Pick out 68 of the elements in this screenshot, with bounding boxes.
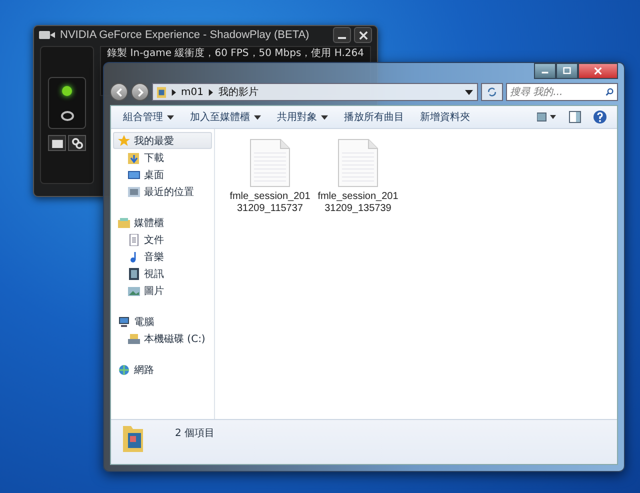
maximize-button[interactable] bbox=[556, 63, 578, 79]
nav-item[interactable]: 網路 bbox=[113, 361, 212, 378]
folder-button[interactable] bbox=[48, 135, 66, 151]
nav-item[interactable]: 桌面 bbox=[113, 166, 212, 183]
item-count: 2 個項目 bbox=[175, 427, 215, 440]
globe-icon bbox=[118, 364, 130, 376]
forward-button[interactable] bbox=[131, 83, 149, 101]
folder-icon bbox=[157, 86, 166, 98]
settings-button[interactable] bbox=[68, 135, 86, 151]
nav-item[interactable]: 最近的位置 bbox=[113, 183, 212, 200]
breadcrumb[interactable]: m01 bbox=[181, 86, 204, 98]
minimize-button[interactable] bbox=[534, 63, 556, 79]
close-icon bbox=[594, 67, 602, 75]
status-text: 錄製 In-game 緩衝度，60 FPS，50 Mbps，使用 H.264 bbox=[107, 48, 364, 59]
refresh-button[interactable] bbox=[481, 83, 503, 101]
nav-item[interactable]: 我的最愛 bbox=[113, 132, 212, 149]
toolbar-button[interactable]: 播放所有曲目 bbox=[338, 108, 410, 126]
camera-icon bbox=[39, 30, 55, 40]
refresh-icon bbox=[487, 87, 497, 97]
computer-icon bbox=[118, 316, 130, 328]
folder-icon bbox=[52, 138, 63, 148]
help-icon bbox=[593, 110, 607, 124]
off-icon bbox=[60, 110, 74, 120]
minimize-button[interactable] bbox=[333, 27, 351, 43]
caret-icon bbox=[254, 114, 261, 120]
pane-icon bbox=[569, 111, 581, 123]
close-icon bbox=[358, 30, 368, 40]
toolbar-button[interactable]: 組合管理 bbox=[117, 108, 180, 126]
file-name[interactable]: fmle_session_20131209_135739 bbox=[317, 191, 399, 215]
caret-icon bbox=[321, 114, 328, 120]
close-button[interactable] bbox=[578, 63, 618, 79]
nav-item[interactable]: 媒體櫃 bbox=[113, 214, 212, 231]
chevron-icon bbox=[171, 88, 176, 96]
nav-item[interactable]: 本機磁碟 (C:) bbox=[113, 330, 212, 347]
library-icon bbox=[118, 216, 130, 228]
drive-icon bbox=[128, 332, 140, 344]
nav-item[interactable]: 視訊 bbox=[113, 265, 212, 282]
download-folder-icon bbox=[128, 152, 140, 164]
toolbar-button[interactable]: 新增資料夾 bbox=[414, 108, 476, 126]
nav-item[interactable]: 音樂 bbox=[113, 248, 212, 265]
dropdown-arrow-icon[interactable] bbox=[465, 90, 473, 94]
window-title: NVIDIA GeForce Experience - ShadowPlay (BETA) bbox=[60, 29, 310, 41]
document-icon bbox=[128, 234, 140, 246]
record-switch[interactable] bbox=[48, 77, 86, 129]
nav-item[interactable]: 文件 bbox=[113, 231, 212, 248]
star-icon bbox=[118, 134, 130, 146]
nav-item[interactable]: 下載 bbox=[113, 149, 212, 166]
view-icon bbox=[537, 112, 557, 122]
nav-item[interactable]: 圖片 bbox=[113, 282, 212, 299]
video-folder-icon bbox=[123, 424, 145, 452]
maximize-icon bbox=[563, 67, 571, 75]
toolbar-button[interactable]: 共用對象 bbox=[271, 108, 334, 126]
address-bar[interactable]: m01 我的影片 bbox=[152, 83, 478, 101]
file-icon bbox=[338, 139, 378, 187]
settings-icon bbox=[72, 138, 83, 148]
minimize-icon bbox=[338, 37, 346, 39]
chevron-icon bbox=[208, 88, 214, 96]
file-name[interactable]: fmle_session_20131209_115737 bbox=[229, 191, 311, 215]
back-button[interactable] bbox=[110, 83, 128, 101]
film-icon bbox=[128, 268, 140, 280]
picture-icon bbox=[128, 284, 140, 296]
monitor-icon bbox=[128, 168, 140, 180]
file-icon bbox=[250, 139, 290, 187]
close-button[interactable] bbox=[354, 27, 372, 43]
breadcrumb[interactable]: 我的影片 bbox=[218, 85, 258, 99]
nav-item[interactable]: 電腦 bbox=[113, 313, 212, 330]
toolbar-button[interactable]: 加入至媒體櫃 bbox=[184, 108, 267, 126]
caret-icon bbox=[167, 114, 174, 120]
